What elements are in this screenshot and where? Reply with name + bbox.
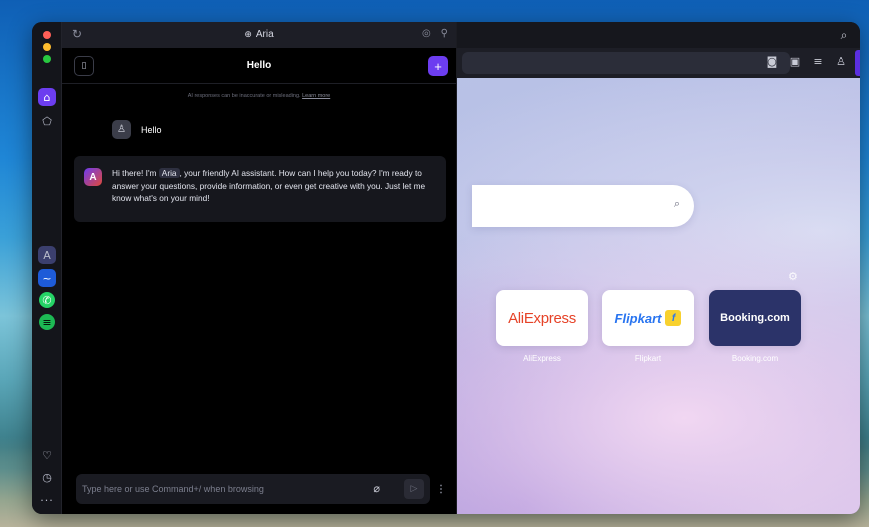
address-field[interactable] xyxy=(462,52,790,74)
aria-name-chip: Aria xyxy=(158,168,180,178)
aria-message: A Hi there! I'm Aria, your friendly AI a… xyxy=(74,156,446,222)
camera-icon[interactable]: ◙ xyxy=(765,55,779,68)
chat-title: Hello xyxy=(246,60,272,71)
aria-reply-part: Hi there! I'm xyxy=(112,168,159,178)
home-icon[interactable]: ⌂ xyxy=(38,88,56,106)
pin-icon[interactable]: ⚲ xyxy=(441,28,448,39)
browser-sidebar: ⌂ ⬠ A ~ ✆ ≡ ♡ ◷ ··· xyxy=(32,22,62,514)
new-chat-button[interactable]: + xyxy=(428,56,448,76)
close-window-button[interactable] xyxy=(43,31,51,39)
heart-icon[interactable]: ♡ xyxy=(38,446,56,464)
sidebar-edge-handle[interactable] xyxy=(855,50,860,76)
speed-dial-aliexpress[interactable]: AliExpress xyxy=(496,290,588,346)
start-page-search-box[interactable]: ⌕ xyxy=(472,185,694,227)
whatsapp-icon[interactable]: ✆ xyxy=(39,292,55,308)
attach-icon[interactable]: ⌀ xyxy=(373,482,380,495)
minimize-window-button[interactable] xyxy=(43,43,51,51)
search-tabs-icon[interactable]: ⌕ xyxy=(836,27,852,43)
shopping-bag-icon: f xyxy=(665,310,682,326)
speed-dial-label: Booking.com xyxy=(731,354,779,363)
messenger-icon[interactable]: ~ xyxy=(38,269,56,287)
user-message: ♙ Hello xyxy=(112,120,162,139)
speed-dial-label: AliExpress xyxy=(523,354,561,363)
more-options-icon[interactable]: ⋮ xyxy=(436,484,446,495)
globe-icon: ⊕ xyxy=(244,30,252,40)
send-button[interactable]: ▷ xyxy=(404,479,424,499)
speed-dial-flipkart[interactable]: Flipkart f xyxy=(602,290,694,346)
learn-more-link[interactable]: Learn more xyxy=(302,93,330,99)
settings-icon[interactable]: ◎ xyxy=(422,28,431,39)
spotify-icon[interactable]: ≡ xyxy=(39,314,55,330)
aria-window-title: ⊕ Aria xyxy=(62,29,456,40)
bookmarks-icon[interactable]: ⬠ xyxy=(38,112,56,130)
user-avatar-icon: ♙ xyxy=(112,120,131,139)
aria-titlebar-actions: ◎ ⚲ xyxy=(422,28,448,39)
speed-dial-booking[interactable]: Booking.com xyxy=(709,290,801,346)
wallet-icon[interactable]: ▣ xyxy=(788,55,802,68)
profile-icon[interactable]: ♙ xyxy=(834,55,848,68)
chat-input[interactable] xyxy=(82,481,362,497)
toolbar-icons: ◙ ▣ ≡ ♙ xyxy=(765,55,848,68)
booking-logo: Booking.com xyxy=(720,312,790,324)
aria-icon[interactable]: A xyxy=(38,246,56,264)
history-icon[interactable]: ◷ xyxy=(38,468,56,486)
user-message-text: Hello xyxy=(141,124,162,135)
gear-icon[interactable]: ⚙ xyxy=(788,270,798,283)
aria-message-text: Hi there! I'm Aria, your friendly AI ass… xyxy=(112,167,436,205)
flipkart-logo: Flipkart f xyxy=(615,310,682,326)
speed-dial-label: Flipkart xyxy=(634,354,662,363)
aria-titlebar: ↻ ⊕ Aria ◎ ⚲ xyxy=(62,22,456,48)
aliexpress-logo: AliExpress xyxy=(508,309,576,327)
chat-composer: ⌀ ▷ xyxy=(76,474,430,504)
aria-chat-header: ▯ Hello + xyxy=(62,48,456,84)
aria-window-title-text: Aria xyxy=(255,29,274,40)
browser-window: ⌂ ⬠ A ~ ✆ ≡ ♡ ◷ ··· ⌕ ◙ ▣ ≡ ♙ ⌕ ⚙ AliExp… xyxy=(32,22,860,514)
ai-disclaimer: AI responses can be inaccurate or mislea… xyxy=(62,93,456,99)
flipkart-logo-text: Flipkart xyxy=(614,310,662,326)
maximize-window-button[interactable] xyxy=(43,55,51,63)
search-icon[interactable]: ⌕ xyxy=(674,198,680,211)
aria-panel: ↻ ⊕ Aria ◎ ⚲ ▯ Hello + AI responses can b… xyxy=(62,22,457,514)
menu-icon[interactable]: ≡ xyxy=(811,55,825,68)
aria-avatar-icon: A xyxy=(84,168,102,186)
disclaimer-text: AI responses can be inaccurate or mislea… xyxy=(187,93,301,99)
more-icon[interactable]: ··· xyxy=(38,491,56,509)
